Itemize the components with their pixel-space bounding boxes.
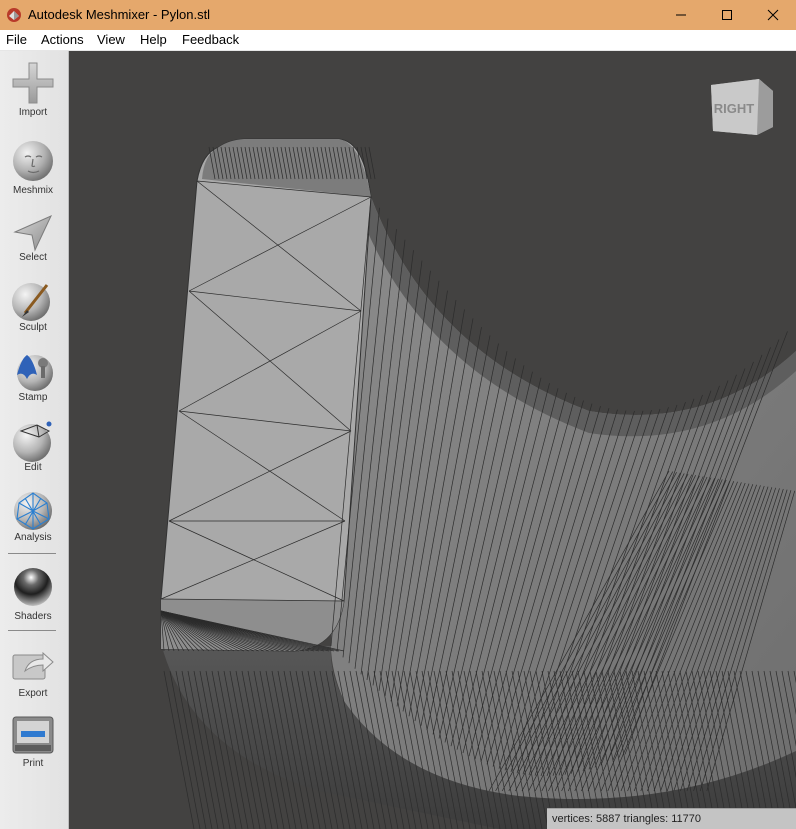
menu-file[interactable]: File <box>6 32 27 47</box>
export-button[interactable]: Export <box>0 641 68 705</box>
minimize-icon <box>676 14 686 16</box>
menu-help[interactable]: Help <box>140 32 167 47</box>
select-label: Select <box>19 252 47 263</box>
menu-feedback[interactable]: Feedback <box>182 32 239 47</box>
window-title: Autodesk Meshmixer - Pylon.stl <box>28 7 211 22</box>
menu-actions[interactable]: Actions <box>41 32 84 47</box>
toolbar-divider <box>8 553 56 554</box>
printer-icon <box>12 716 54 754</box>
edit-sphere-icon <box>13 421 52 462</box>
analysis-label: Analysis <box>14 532 52 543</box>
export-label: Export <box>18 688 48 699</box>
stamp-button[interactable]: Stamp <box>0 347 68 411</box>
print-button[interactable]: Print <box>0 711 68 775</box>
status-bar: vertices: 5887 triangles: 11770 <box>547 808 796 829</box>
meshmix-button[interactable]: Meshmix <box>0 137 68 201</box>
select-button[interactable]: Select <box>0 208 68 272</box>
print-label: Print <box>22 758 44 769</box>
close-icon <box>767 9 779 21</box>
edit-button[interactable]: Edit <box>0 417 68 481</box>
toolbar-divider <box>8 630 56 631</box>
import-button[interactable]: Import <box>0 59 68 123</box>
arrow-cursor-icon <box>13 214 53 252</box>
export-icon <box>12 651 54 680</box>
close-button[interactable] <box>750 0 796 30</box>
menu-bar: File Actions View Help Feedback <box>0 30 796 51</box>
meshmix-label: Meshmix <box>12 185 53 196</box>
title-bar[interactable]: Autodesk Meshmixer - Pylon.stl <box>0 0 796 30</box>
wireframe-sphere-icon <box>14 492 52 530</box>
import-label: Import <box>18 107 48 118</box>
maximize-button[interactable] <box>704 0 750 30</box>
3d-viewport[interactable]: RIGHT vertices: 5887 triangles: 11770 <box>69 51 796 829</box>
mesh-stats: vertices: 5887 triangles: 11770 <box>552 813 701 825</box>
stamp-icon <box>17 355 53 391</box>
chrome-sphere-icon <box>14 568 52 606</box>
shaders-button[interactable]: Shaders <box>0 563 68 627</box>
navcube-face-label: RIGHT <box>714 101 755 116</box>
head-sphere-icon <box>13 141 53 181</box>
meshmixer-app-icon <box>7 8 21 22</box>
analysis-button[interactable]: Analysis <box>0 487 68 551</box>
navigation-cube[interactable]: RIGHT <box>707 75 777 141</box>
minimize-button[interactable] <box>658 0 704 30</box>
sculpt-label: Sculpt <box>19 322 47 333</box>
tool-sidebar: Import Meshmix Select Sculpt Stamp Edit … <box>0 51 69 829</box>
brush-sphere-icon <box>12 283 50 321</box>
edit-label: Edit <box>24 462 42 473</box>
stamp-label: Stamp <box>18 392 48 403</box>
sculpt-button[interactable]: Sculpt <box>0 277 68 341</box>
maximize-icon <box>722 10 732 20</box>
plus-icon <box>12 62 54 104</box>
pylon-mesh <box>160 138 796 829</box>
shaders-label: Shaders <box>14 611 52 622</box>
menu-view[interactable]: View <box>97 32 125 47</box>
